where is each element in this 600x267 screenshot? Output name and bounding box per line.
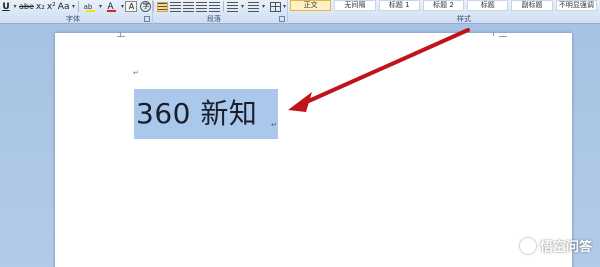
style-subtitle[interactable]: 副标题 — [511, 0, 553, 11]
toolbar-divider — [153, 1, 155, 12]
font-color-swatch — [106, 9, 116, 12]
style-heading-1[interactable]: 标题 1 — [378, 0, 420, 11]
style-normal[interactable]: 正文 — [290, 0, 332, 11]
change-case-dropdown-icon[interactable]: ▾ — [70, 1, 76, 13]
group-label-styles: 样式 — [457, 15, 471, 23]
crop-mark — [499, 36, 507, 37]
justify-icon[interactable] — [196, 1, 208, 12]
group-label-font: 字体 — [66, 15, 80, 23]
wukong-logo-icon — [519, 237, 536, 254]
underline-button[interactable]: U — [0, 1, 12, 13]
toolbar-divider — [78, 1, 80, 12]
toolbar-divider — [223, 1, 225, 12]
font-dialog-launcher-icon[interactable] — [144, 16, 150, 22]
crop-mark — [117, 36, 125, 37]
style-no-spacing[interactable]: 无间隔 — [334, 0, 376, 11]
group-label-paragraph: 段落 — [207, 15, 221, 23]
styles-gallery: 正文 无间隔 标题 1 标题 2 标题 副标题 不明显强调 — [290, 0, 600, 12]
align-center-icon[interactable] — [170, 1, 182, 12]
style-subtle-emphasis[interactable]: 不明显强调 — [555, 0, 597, 11]
text-highlight-button[interactable]: ab — [81, 1, 97, 13]
shading-dropdown-icon[interactable]: ▾ — [260, 1, 266, 13]
paragraph-mark-icon: ↵ — [271, 121, 277, 129]
distributed-icon[interactable] — [209, 1, 221, 12]
style-title[interactable]: 标题 — [467, 0, 509, 11]
line-spacing-icon[interactable] — [227, 1, 239, 12]
borders-icon[interactable] — [270, 1, 282, 12]
group-divider — [152, 0, 153, 24]
change-case-button[interactable]: Aa — [57, 1, 71, 13]
document-page[interactable]: ↵ 360 新知 ↵ — [55, 32, 572, 267]
ribbon-group-labels: 字体 段落 样式 — [0, 0, 600, 24]
document-area: ↵ 360 新知 ↵ — [0, 24, 600, 267]
subscript-button[interactable]: x₂ — [35, 1, 46, 13]
ribbon: U ▾ abe x₂ x² Aa ▾ ab ▾ A ▾ A 字 ▾ ▾ ▾ 正文… — [0, 0, 600, 24]
style-heading-2[interactable]: 标题 2 — [422, 0, 465, 11]
paragraph-dialog-launcher-icon[interactable] — [279, 16, 285, 22]
align-right-icon[interactable] — [183, 1, 195, 12]
paragraph-mark-icon: ↵ — [133, 69, 139, 77]
character-shading-button[interactable]: A — [125, 1, 138, 12]
strikethrough-button[interactable]: abe — [18, 1, 35, 13]
watermark: 悟空问答 — [519, 236, 592, 255]
align-left-icon[interactable] — [157, 1, 169, 12]
enclose-characters-button[interactable]: 字 — [140, 1, 152, 12]
superscript-button[interactable]: x² — [46, 1, 57, 13]
highlight-color-swatch — [86, 9, 96, 12]
font-color-button[interactable]: A — [103, 1, 119, 13]
watermark-text: 悟空问答 — [539, 240, 592, 255]
selected-document-text[interactable]: 360 新知 — [136, 94, 257, 134]
line-spacing-dropdown-icon[interactable]: ▾ — [239, 1, 245, 13]
group-divider — [287, 0, 288, 24]
font-paragraph-toolbar: U ▾ abe x₂ x² Aa ▾ ab ▾ A ▾ A 字 ▾ ▾ ▾ — [0, 0, 290, 13]
shading-icon[interactable] — [248, 1, 260, 12]
